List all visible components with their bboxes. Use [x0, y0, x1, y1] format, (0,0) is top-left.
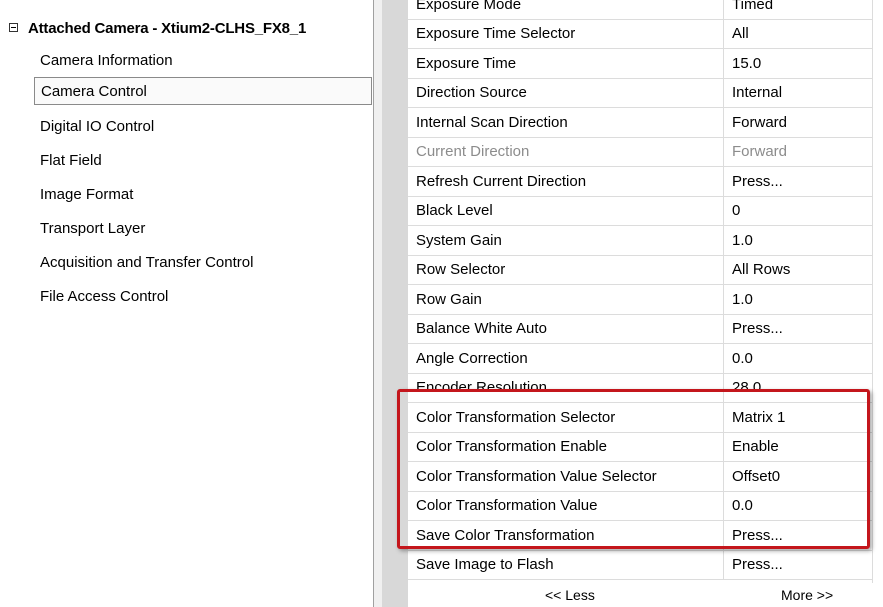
property-row[interactable]: Row Gain 1.0 [408, 285, 872, 315]
property-row[interactable]: Direction Source Internal [408, 78, 872, 108]
property-name: Internal Scan Direction [408, 108, 724, 137]
property-value[interactable]: Timed [724, 0, 872, 19]
collapse-icon[interactable] [9, 23, 18, 32]
tree-item[interactable]: Image Format [34, 180, 133, 208]
property-row[interactable]: Black Level 0 [408, 196, 872, 226]
tree-item[interactable]: Transport Layer [34, 214, 145, 242]
property-value[interactable]: Enable [724, 433, 872, 462]
property-name: Save Color Transformation [408, 521, 724, 550]
property-name: Save Image to Flash [408, 550, 724, 579]
property-value[interactable]: Press... [724, 167, 872, 196]
tree-item[interactable]: Camera Control [34, 77, 372, 105]
property-name: Exposure Mode [408, 0, 724, 19]
tree-item[interactable]: Camera Information [34, 46, 173, 74]
tree-item-label: Acquisition and Transfer Control [40, 253, 254, 271]
property-name: Exposure Time [408, 49, 724, 78]
property-name: Balance White Auto [408, 314, 724, 343]
property-value[interactable]: Forward [724, 108, 872, 137]
property-row[interactable]: Exposure Time 15.0 [408, 49, 872, 79]
property-row[interactable]: Refresh Current Direction Press... [408, 167, 872, 197]
property-name: Direction Source [408, 78, 724, 107]
tree-item-label: Flat Field [40, 151, 102, 169]
property-grid: Exposure Mode Timed Exposure Time Selector… [408, 0, 872, 580]
property-name: Color Transformation Value Selector [408, 462, 724, 491]
property-row[interactable]: Color Transformation Value Selector Offse… [408, 462, 872, 492]
property-value[interactable]: Forward [724, 138, 872, 167]
tree-root-label: Attached Camera - Xtium2-CLHS_FX8_1 [28, 20, 307, 37]
property-row[interactable]: Angle Correction 0.0 [408, 344, 872, 374]
more-button[interactable]: More >> [781, 584, 833, 606]
property-value[interactable]: 0.0 [724, 344, 872, 373]
property-value[interactable]: All [724, 20, 872, 49]
property-name: Angle Correction [408, 344, 724, 373]
property-row[interactable]: Color Transformation Selector Matrix 1 [408, 403, 872, 433]
less-button[interactable]: << Less [545, 584, 595, 606]
property-value[interactable]: 28.0 [724, 374, 872, 403]
property-row[interactable]: Internal Scan Direction Forward [408, 108, 872, 138]
property-name: Color Transformation Enable [408, 432, 724, 461]
tree-item-label: File Access Control [40, 287, 169, 305]
panel-gutter [382, 0, 408, 607]
property-row[interactable]: Color Transformation Value 0.0 [408, 491, 872, 521]
property-row[interactable]: Save Image to Flash Press... [408, 550, 872, 580]
tree-item[interactable]: Flat Field [34, 146, 102, 174]
property-name: Row Selector [408, 255, 724, 284]
property-value[interactable]: Offset0 [724, 462, 872, 491]
property-name: Row Gain [408, 285, 724, 314]
tree-root-node[interactable]: Attached Camera - Xtium2-CLHS_FX8_1 [0, 17, 373, 43]
property-value[interactable]: Press... [724, 551, 872, 580]
tree-item[interactable]: File Access Control [34, 282, 168, 310]
property-value[interactable]: Press... [724, 315, 872, 344]
property-name: Encoder Resolution [408, 373, 724, 402]
property-row[interactable]: Exposure Mode Timed [408, 0, 872, 20]
property-name: Black Level [408, 196, 724, 225]
property-value[interactable]: 1.0 [724, 285, 872, 314]
property-row[interactable]: Row Selector All Rows [408, 255, 872, 285]
property-name: Color Transformation Selector [408, 403, 724, 432]
property-value[interactable]: 0 [724, 197, 872, 226]
property-name: Refresh Current Direction [408, 167, 724, 196]
tree-item-label: Camera Control [41, 82, 147, 100]
property-value[interactable]: All Rows [724, 256, 872, 285]
tree-item-label: Digital IO Control [40, 117, 155, 135]
property-value[interactable]: 1.0 [724, 226, 872, 255]
property-name: Color Transformation Value [408, 491, 724, 520]
tree-item[interactable]: Acquisition and Transfer Control [34, 248, 253, 276]
property-value[interactable]: Internal [724, 79, 872, 108]
property-row[interactable]: System Gain 1.0 [408, 226, 872, 256]
property-row[interactable]: Color Transformation Enable Enable [408, 432, 872, 462]
property-name: Exposure Time Selector [408, 19, 724, 48]
property-value[interactable]: 15.0 [724, 49, 872, 78]
property-value[interactable]: Matrix 1 [724, 403, 872, 432]
property-row[interactable]: Save Color Transformation Press... [408, 521, 872, 551]
tree-item-label: Camera Information [40, 51, 173, 69]
grid-border [872, 0, 873, 583]
property-value[interactable]: Press... [724, 521, 872, 550]
property-name: Current Direction [408, 137, 724, 166]
property-row[interactable]: Encoder Resolution 28.0 [408, 373, 872, 403]
tree-item-label: Transport Layer [40, 219, 146, 237]
property-name: System Gain [408, 226, 724, 255]
property-row[interactable]: Balance White Auto Press... [408, 314, 872, 344]
property-row[interactable]: Exposure Time Selector All [408, 19, 872, 49]
property-row[interactable]: Current Direction Forward [408, 137, 872, 167]
tree-item[interactable]: Digital IO Control [34, 112, 154, 140]
camera-feature-tree: Attached Camera - Xtium2-CLHS_FX8_1 Came… [0, 0, 374, 607]
tree-item-label: Image Format [40, 185, 134, 203]
property-value[interactable]: 0.0 [724, 492, 872, 521]
panel-splitter[interactable] [374, 0, 382, 607]
